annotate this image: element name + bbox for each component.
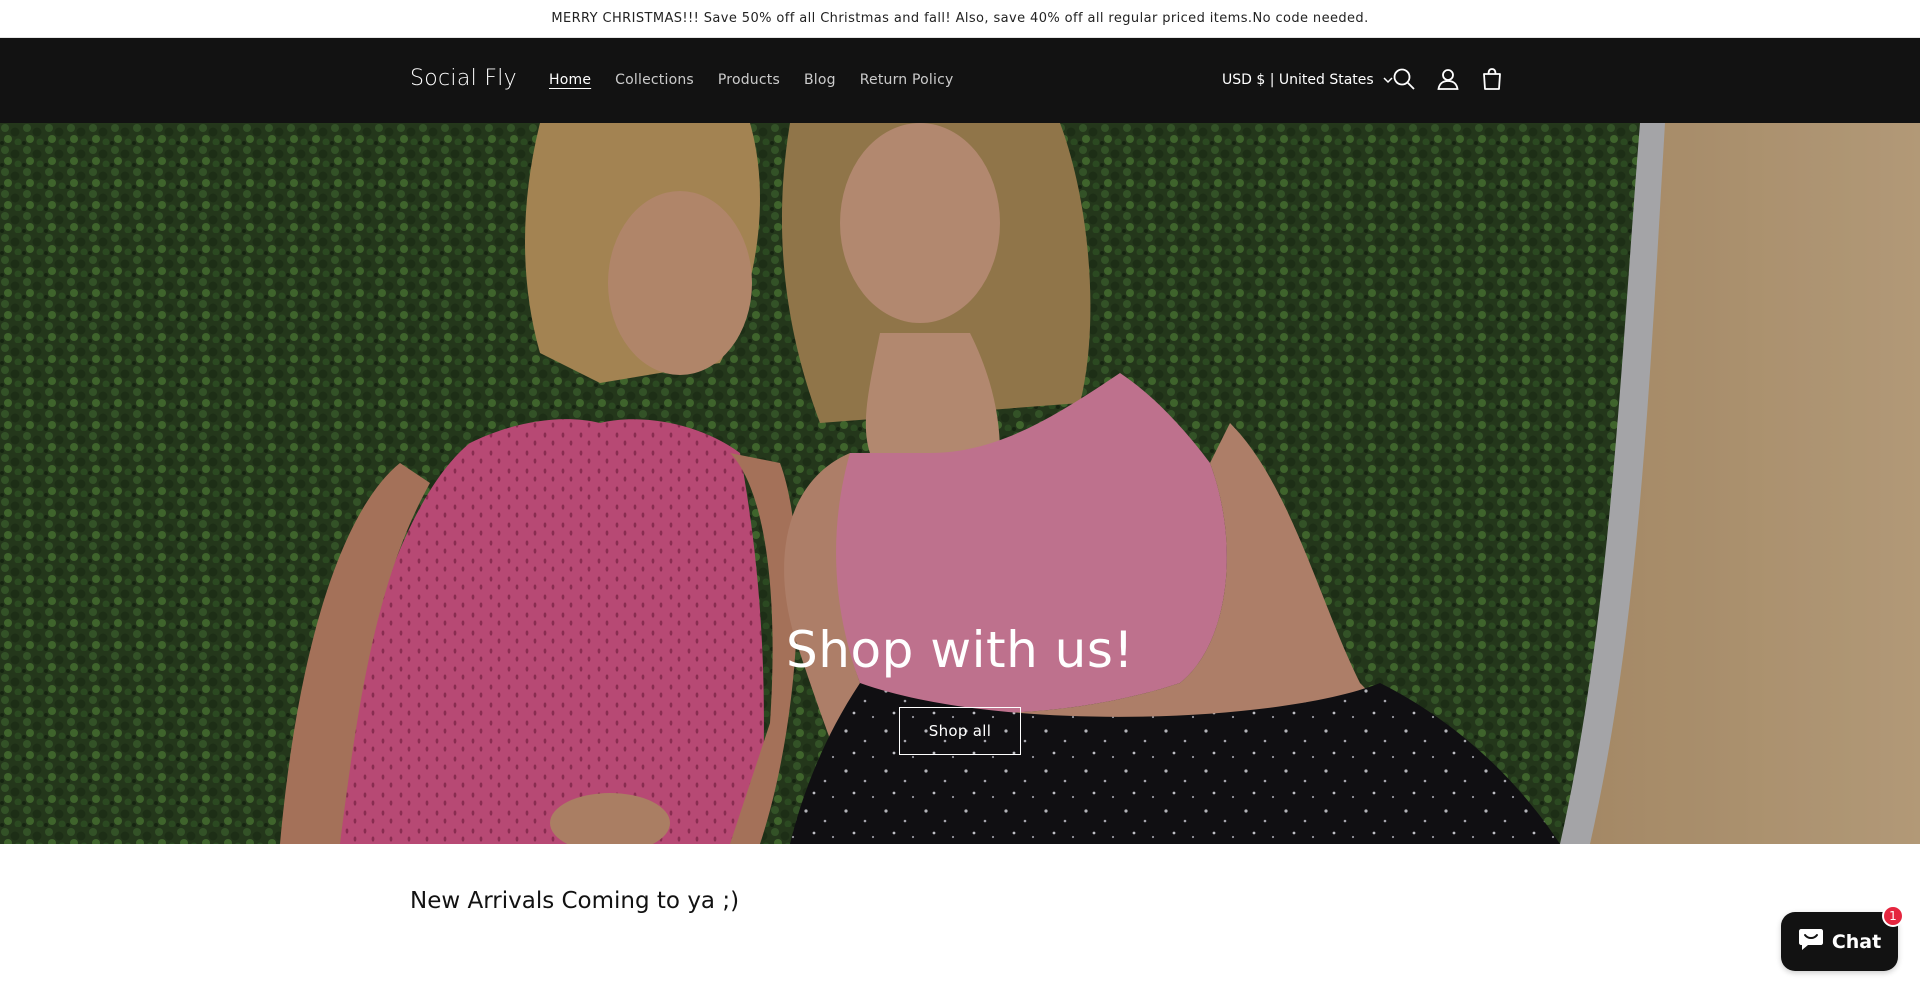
chat-bubble-icon [1798, 927, 1824, 956]
site-header: Social Fly Home Collections Products Blo… [0, 38, 1920, 123]
nav-item-blog[interactable]: Blog [804, 72, 836, 88]
main-nav: Home Collections Products Blog Return Po… [549, 72, 978, 88]
new-arrivals-heading: New Arrivals Coming to ya ;) [410, 888, 740, 914]
country-currency-selector[interactable]: USD $ | United States [1222, 72, 1394, 88]
nav-item-products[interactable]: Products [718, 72, 780, 88]
shop-all-button[interactable]: Shop all [899, 707, 1021, 755]
announcement-bar: MERRY CHRISTMAS!!! Save 50% off all Chri… [0, 0, 1920, 38]
chat-notification-badge: 1 [1882, 905, 1904, 927]
cart-icon[interactable] [1479, 66, 1505, 92]
announcement-text: MERRY CHRISTMAS!!! Save 50% off all Chri… [551, 11, 1369, 26]
chat-label: Chat [1831, 930, 1882, 953]
account-icon[interactable] [1435, 66, 1461, 92]
site-logo[interactable]: Social Fly [410, 66, 517, 91]
search-icon[interactable] [1391, 66, 1417, 92]
nav-item-collections[interactable]: Collections [615, 72, 694, 88]
nav-item-return-policy[interactable]: Return Policy [860, 72, 954, 88]
hero-banner: Shop with us! Shop all [0, 123, 1920, 844]
country-currency-label: USD $ | United States [1222, 72, 1374, 88]
hero-title: Shop with us! [786, 621, 1134, 679]
chat-button[interactable]: Chat [1781, 912, 1898, 971]
nav-item-home[interactable]: Home [549, 72, 591, 88]
